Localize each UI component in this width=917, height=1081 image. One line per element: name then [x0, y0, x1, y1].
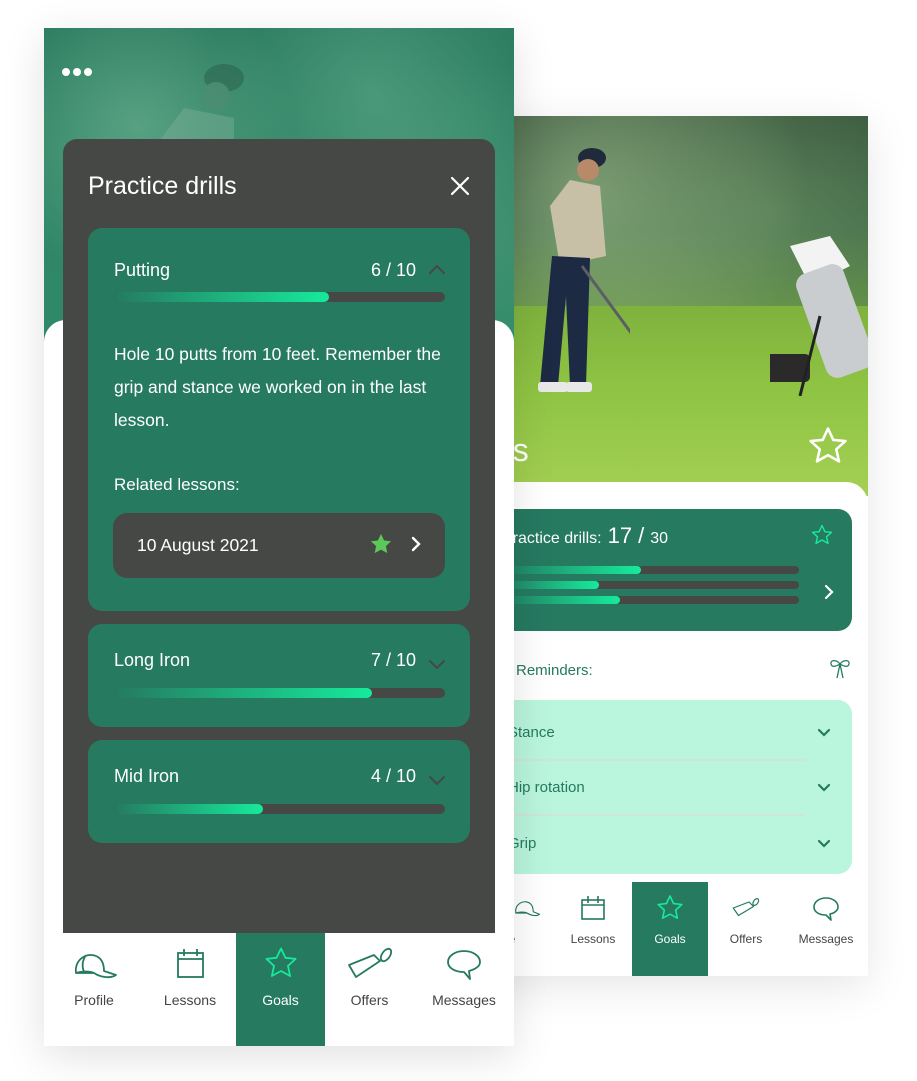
more-dots-icon[interactable] [62, 68, 92, 78]
back-phone-screen: oals Practice drills: 17 / 30 Reminders:… [470, 116, 868, 976]
tag-icon [347, 947, 392, 978]
summary-slash: / [638, 523, 645, 548]
reminders-list: Stance Hip rotation Grip [470, 700, 852, 874]
drill-progress-fill [114, 292, 330, 302]
related-lesson-item[interactable]: 10 August 2021 [113, 513, 445, 578]
drill-description: Hole 10 putts from 10 feet. Remember the… [114, 344, 441, 430]
drill-progress-fill [114, 688, 373, 698]
reminder-item[interactable]: Stance [470, 705, 852, 760]
chevron-down-icon [817, 728, 831, 737]
front-tab-bar: Profile Lessons Goals Offers Messages [44, 933, 514, 1046]
drill-progress-bar [114, 292, 445, 302]
reminder-item[interactable]: Hip rotation [470, 760, 852, 815]
favorite-star-icon[interactable] [806, 424, 850, 468]
chevron-down-icon[interactable] [428, 657, 446, 671]
reminder-label: Hip rotation [508, 779, 585, 796]
summary-title: Practice drills: 17 / 30 [502, 523, 668, 549]
tab-profile[interactable]: Profile [44, 933, 144, 1046]
drill-score: 7 / 10 [370, 650, 416, 670]
cap-icon [75, 954, 117, 979]
speech-bubble-icon [813, 897, 839, 921]
front-phone-screen: Practice drills Putting 6 / 10 Hole 10 p… [44, 28, 514, 1046]
drill-card-putting[interactable]: Putting 6 / 10 Hole 10 putts from 10 fee… [88, 228, 470, 611]
drill-name: Long Iron [114, 650, 191, 670]
summary-progress-fill [500, 566, 641, 574]
chevron-down-icon [817, 783, 831, 792]
tab-goals[interactable]: Goals [236, 933, 325, 1046]
reminder-item[interactable]: Grip [470, 816, 852, 871]
back-tab-bar: file Lessons Goals Offers Messages [470, 882, 868, 976]
practice-drills-modal: Practice drills Putting 6 / 10 Hole 10 p… [63, 139, 495, 933]
tab-lessons[interactable]: Lessons [144, 933, 236, 1046]
drill-progress-bar [114, 804, 445, 814]
tag-icon [732, 898, 760, 917]
summary-progress-bar [500, 596, 799, 604]
summary-progress-bar [500, 566, 799, 574]
chevron-right-icon [411, 536, 421, 552]
star-outline-icon [811, 524, 833, 545]
tab-goals[interactable]: Goals [632, 882, 708, 976]
star-icon [265, 947, 296, 977]
modal-title: Practice drills [88, 172, 237, 200]
tab-offers[interactable]: Offers [325, 933, 414, 1046]
practice-drills-summary-card[interactable]: Practice drills: 17 / 30 [470, 509, 852, 631]
hero-photo: oals [470, 116, 868, 496]
drill-card-mid-iron[interactable]: Mid Iron 4 / 10 [88, 740, 470, 843]
chevron-right-icon[interactable] [820, 583, 838, 601]
tab-offers[interactable]: Offers [708, 882, 784, 976]
lesson-date: 10 August 2021 [137, 535, 259, 555]
star-filled-icon [370, 534, 392, 554]
chevron-down-icon[interactable] [428, 773, 446, 787]
summary-total: 30 [650, 530, 668, 547]
golfer-illustration [538, 148, 630, 392]
chevron-down-icon [817, 839, 831, 848]
drill-name: Mid Iron [114, 766, 180, 786]
close-icon[interactable] [449, 175, 471, 197]
tab-messages[interactable]: Messages [784, 882, 868, 976]
chevron-up-icon[interactable] [428, 262, 446, 276]
tab-messages[interactable]: Messages [414, 933, 514, 1046]
cap-icon [515, 901, 541, 917]
drill-progress-bar [114, 688, 445, 698]
reminder-label: Stance [508, 724, 555, 741]
ribbon-bow-icon [830, 659, 850, 679]
star-icon [657, 895, 683, 919]
drill-progress-fill [114, 804, 263, 814]
summary-progress-bar [500, 581, 799, 589]
reminders-label: Reminders: [516, 662, 593, 679]
speech-bubble-icon [447, 950, 481, 980]
drill-score: 6 / 10 [370, 260, 416, 280]
golf-bag-illustration [770, 236, 868, 396]
summary-done: 17 [607, 523, 633, 548]
drill-name: Putting [114, 260, 171, 280]
related-lessons-label: Related lessons: [114, 475, 240, 494]
calendar-icon [177, 949, 204, 978]
tab-lessons[interactable]: Lessons [555, 882, 631, 976]
summary-progress-fill [500, 596, 620, 604]
calendar-icon [581, 896, 605, 920]
summary-progress-fill [500, 581, 599, 589]
drill-card-long-iron[interactable]: Long Iron 7 / 10 [88, 624, 470, 727]
drill-score: 4 / 10 [370, 766, 416, 786]
summary-label: Practice drills: [502, 530, 602, 547]
